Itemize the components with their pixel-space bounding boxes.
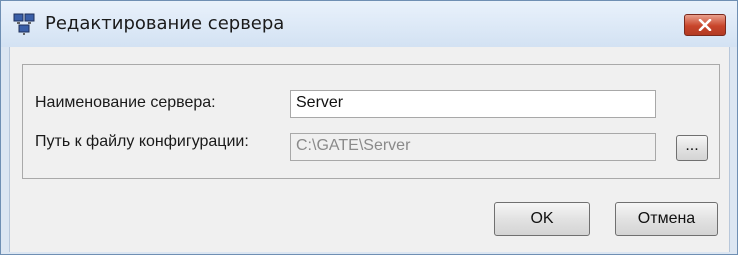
window-title: Редактирование сервера	[45, 13, 285, 34]
server-name-input[interactable]: Server	[290, 90, 656, 118]
ok-button[interactable]: OK	[494, 202, 590, 236]
network-computer-icon	[13, 13, 35, 35]
dialog-window: Редактирование сервера Наименование серв…	[0, 0, 738, 255]
config-path-label: Путь к файлу конфигурации:	[35, 133, 249, 150]
dialog-body: Наименование сервера: Server Путь к файл…	[9, 47, 730, 252]
cancel-button[interactable]: Отмена	[615, 202, 718, 236]
close-icon	[698, 19, 712, 31]
server-settings-group	[22, 64, 720, 179]
close-button[interactable]	[684, 14, 726, 36]
server-name-label: Наименование сервера:	[35, 94, 216, 111]
browse-button[interactable]: ...	[676, 135, 708, 161]
title-bar[interactable]: Редактирование сервера	[1, 1, 737, 47]
config-path-input: C:\GATE\Server	[290, 133, 656, 161]
